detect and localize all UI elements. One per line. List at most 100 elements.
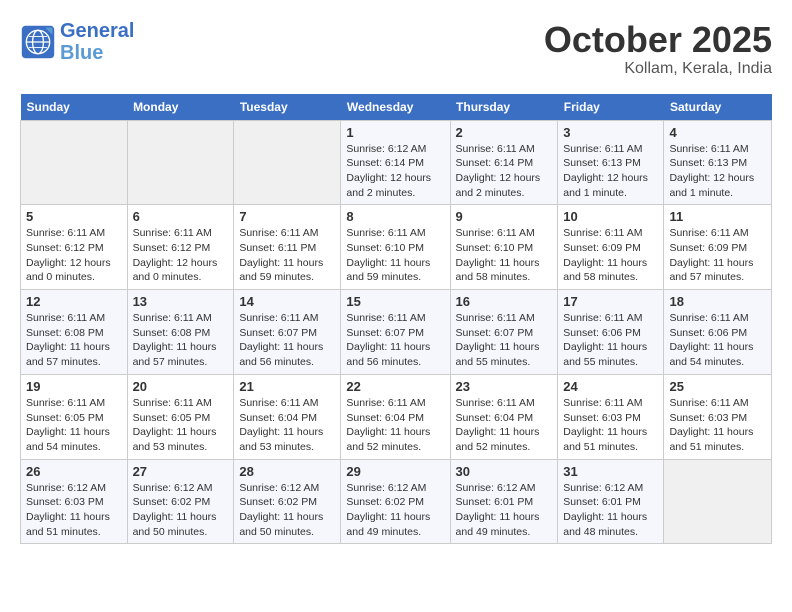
day-info: Sunrise: 6:11 AM Sunset: 6:10 PM Dayligh… (346, 226, 444, 285)
day-info: Sunrise: 6:11 AM Sunset: 6:07 PM Dayligh… (239, 311, 335, 370)
calendar-cell: 29 Sunrise: 6:12 AM Sunset: 6:02 PM Dayli… (341, 459, 450, 544)
calendar-cell: 19Sunrise: 6:11 AM Sunset: 6:05 PM Dayli… (21, 374, 128, 459)
calendar-cell: 10 Sunrise: 6:11 AM Sunset: 6:09 PM Dayli… (558, 205, 664, 290)
day-info: Sunrise: 6:11 AM Sunset: 6:11 PM Dayligh… (239, 226, 335, 285)
logo-icon (20, 24, 56, 60)
calendar-week-5: 26 Sunrise: 6:12 AM Sunset: 6:03 PM Dayli… (21, 459, 772, 544)
day-info: Sunrise: 6:11 AM Sunset: 6:07 PM Dayligh… (346, 311, 444, 370)
day-number: 17 (563, 294, 658, 309)
logo-general: General (60, 20, 134, 42)
day-number: 8 (346, 209, 444, 224)
day-number: 30 (456, 464, 553, 479)
logo-blue: Blue (60, 42, 134, 64)
calendar-week-1: 1 Sunrise: 6:12 AM Sunset: 6:14 PM Daylig… (21, 120, 772, 205)
calendar-cell: 31 Sunrise: 6:12 AM Sunset: 6:01 PM Dayli… (558, 459, 664, 544)
calendar-cell (21, 120, 128, 205)
calendar-week-3: 12Sunrise: 6:11 AM Sunset: 6:08 PM Dayli… (21, 290, 772, 375)
calendar-cell: 4 Sunrise: 6:11 AM Sunset: 6:13 PM Daylig… (664, 120, 772, 205)
calendar-cell (234, 120, 341, 205)
day-info: Sunrise: 6:12 AM Sunset: 6:02 PM Dayligh… (346, 481, 444, 540)
calendar-cell: 28Sunrise: 6:12 AM Sunset: 6:02 PM Dayli… (234, 459, 341, 544)
day-number: 20 (133, 379, 229, 394)
weekday-header-tuesday: Tuesday (234, 94, 341, 121)
calendar-cell: 3 Sunrise: 6:11 AM Sunset: 6:13 PM Daylig… (558, 120, 664, 205)
calendar-cell: 11 Sunrise: 6:11 AM Sunset: 6:09 PM Dayli… (664, 205, 772, 290)
weekday-header-friday: Friday (558, 94, 664, 121)
day-info: Sunrise: 6:11 AM Sunset: 6:03 PM Dayligh… (669, 396, 766, 455)
day-info: Sunrise: 6:11 AM Sunset: 6:09 PM Dayligh… (563, 226, 658, 285)
calendar-cell: 2Sunrise: 6:11 AM Sunset: 6:14 PM Daylig… (450, 120, 558, 205)
day-info: Sunrise: 6:12 AM Sunset: 6:14 PM Dayligh… (346, 142, 444, 201)
calendar-cell: 23Sunrise: 6:11 AM Sunset: 6:04 PM Dayli… (450, 374, 558, 459)
day-info: Sunrise: 6:11 AM Sunset: 6:03 PM Dayligh… (563, 396, 658, 455)
calendar-week-2: 5 Sunrise: 6:11 AM Sunset: 6:12 PM Daylig… (21, 205, 772, 290)
calendar-cell: 21 Sunrise: 6:11 AM Sunset: 6:04 PM Dayli… (234, 374, 341, 459)
day-number: 2 (456, 125, 553, 140)
calendar-cell: 17 Sunrise: 6:11 AM Sunset: 6:06 PM Dayli… (558, 290, 664, 375)
calendar-cell: 27 Sunrise: 6:12 AM Sunset: 6:02 PM Dayli… (127, 459, 234, 544)
day-info: Sunrise: 6:12 AM Sunset: 6:02 PM Dayligh… (133, 481, 229, 540)
day-info: Sunrise: 6:11 AM Sunset: 6:12 PM Dayligh… (133, 226, 229, 285)
day-number: 19 (26, 379, 122, 394)
calendar-cell: 9Sunrise: 6:11 AM Sunset: 6:10 PM Daylig… (450, 205, 558, 290)
day-number: 5 (26, 209, 122, 224)
day-number: 10 (563, 209, 658, 224)
logo: General Blue (20, 20, 134, 64)
weekday-header-row: SundayMondayTuesdayWednesdayThursdayFrid… (21, 94, 772, 121)
day-number: 1 (346, 125, 444, 140)
day-number: 9 (456, 209, 553, 224)
weekday-header-sunday: Sunday (21, 94, 128, 121)
calendar-cell: 26 Sunrise: 6:12 AM Sunset: 6:03 PM Dayli… (21, 459, 128, 544)
day-number: 27 (133, 464, 229, 479)
day-info: Sunrise: 6:11 AM Sunset: 6:04 PM Dayligh… (346, 396, 444, 455)
day-number: 3 (563, 125, 658, 140)
day-info: Sunrise: 6:12 AM Sunset: 6:03 PM Dayligh… (26, 481, 122, 540)
day-info: Sunrise: 6:11 AM Sunset: 6:06 PM Dayligh… (563, 311, 658, 370)
day-number: 4 (669, 125, 766, 140)
calendar-cell (664, 459, 772, 544)
day-info: Sunrise: 6:11 AM Sunset: 6:06 PM Dayligh… (669, 311, 766, 370)
day-number: 14 (239, 294, 335, 309)
weekday-header-wednesday: Wednesday (341, 94, 450, 121)
day-number: 16 (456, 294, 553, 309)
day-number: 26 (26, 464, 122, 479)
weekday-header-monday: Monday (127, 94, 234, 121)
day-info: Sunrise: 6:11 AM Sunset: 6:08 PM Dayligh… (133, 311, 229, 370)
calendar-cell: 20Sunrise: 6:11 AM Sunset: 6:05 PM Dayli… (127, 374, 234, 459)
day-info: Sunrise: 6:11 AM Sunset: 6:13 PM Dayligh… (563, 142, 658, 201)
day-number: 21 (239, 379, 335, 394)
day-info: Sunrise: 6:12 AM Sunset: 6:02 PM Dayligh… (239, 481, 335, 540)
calendar-cell: 6 Sunrise: 6:11 AM Sunset: 6:12 PM Daylig… (127, 205, 234, 290)
day-number: 6 (133, 209, 229, 224)
weekday-header-thursday: Thursday (450, 94, 558, 121)
calendar-cell: 5 Sunrise: 6:11 AM Sunset: 6:12 PM Daylig… (21, 205, 128, 290)
calendar-table: SundayMondayTuesdayWednesdayThursdayFrid… (20, 94, 772, 545)
day-number: 15 (346, 294, 444, 309)
month-title: October 2025 (544, 20, 772, 60)
calendar-cell: 12Sunrise: 6:11 AM Sunset: 6:08 PM Dayli… (21, 290, 128, 375)
location-subtitle: Kollam, Kerala, India (544, 60, 772, 78)
calendar-cell: 7Sunrise: 6:11 AM Sunset: 6:11 PM Daylig… (234, 205, 341, 290)
day-info: Sunrise: 6:11 AM Sunset: 6:04 PM Dayligh… (456, 396, 553, 455)
day-info: Sunrise: 6:12 AM Sunset: 6:01 PM Dayligh… (456, 481, 553, 540)
calendar-week-4: 19Sunrise: 6:11 AM Sunset: 6:05 PM Dayli… (21, 374, 772, 459)
day-number: 29 (346, 464, 444, 479)
day-info: Sunrise: 6:11 AM Sunset: 6:09 PM Dayligh… (669, 226, 766, 285)
day-number: 13 (133, 294, 229, 309)
calendar-cell: 14 Sunrise: 6:11 AM Sunset: 6:07 PM Dayli… (234, 290, 341, 375)
day-number: 11 (669, 209, 766, 224)
calendar-cell: 15 Sunrise: 6:11 AM Sunset: 6:07 PM Dayli… (341, 290, 450, 375)
page-header: General Blue October 2025 Kollam, Kerala… (20, 20, 772, 78)
day-info: Sunrise: 6:11 AM Sunset: 6:12 PM Dayligh… (26, 226, 122, 285)
day-number: 24 (563, 379, 658, 394)
day-number: 22 (346, 379, 444, 394)
day-info: Sunrise: 6:11 AM Sunset: 6:08 PM Dayligh… (26, 311, 122, 370)
day-number: 31 (563, 464, 658, 479)
calendar-cell: 18Sunrise: 6:11 AM Sunset: 6:06 PM Dayli… (664, 290, 772, 375)
day-info: Sunrise: 6:11 AM Sunset: 6:13 PM Dayligh… (669, 142, 766, 201)
day-info: Sunrise: 6:11 AM Sunset: 6:04 PM Dayligh… (239, 396, 335, 455)
day-info: Sunrise: 6:12 AM Sunset: 6:01 PM Dayligh… (563, 481, 658, 540)
day-number: 25 (669, 379, 766, 394)
calendar-cell: 25 Sunrise: 6:11 AM Sunset: 6:03 PM Dayli… (664, 374, 772, 459)
calendar-cell: 22 Sunrise: 6:11 AM Sunset: 6:04 PM Dayli… (341, 374, 450, 459)
